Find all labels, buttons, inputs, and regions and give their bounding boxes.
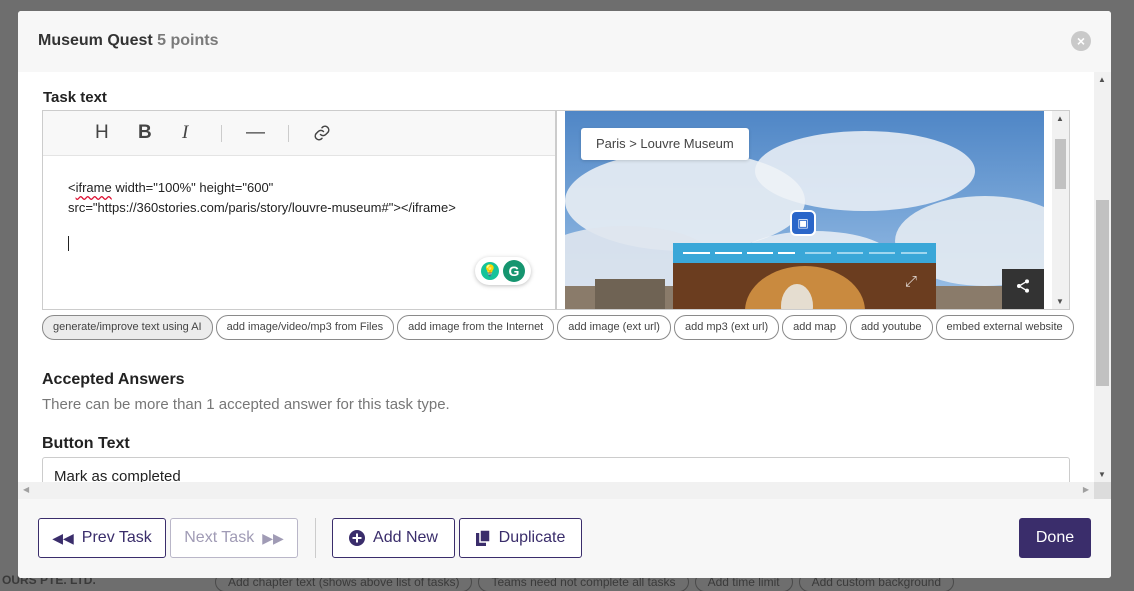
footer-divider: [315, 518, 316, 558]
editor-text: <: [68, 180, 76, 195]
ai-generate-button[interactable]: generate/improve text using AI: [42, 315, 213, 340]
share-glyph: [1017, 279, 1029, 293]
preview-scrollbar[interactable]: ▲ ▼: [1052, 111, 1069, 309]
add-youtube-button[interactable]: add youtube: [849, 315, 933, 340]
scroll-down-icon[interactable]: ▼: [1098, 470, 1106, 479]
bold-button[interactable]: B: [138, 122, 152, 144]
add-new-button[interactable]: Add New: [332, 518, 455, 558]
accepted-answers-title: Accepted Answers: [42, 371, 185, 388]
modal-body[interactable]: Task text H B I — <iframe width="100%" h…: [18, 72, 1111, 482]
accepted-answers-description: There can be more than 1 accepted answer…: [42, 396, 450, 413]
task-modal: Museum Quest 5 points × Task text H B I …: [18, 11, 1111, 578]
add-image-internet-button[interactable]: add image from the Internet: [397, 315, 555, 340]
share-icon[interactable]: [1002, 269, 1044, 309]
editor-toolbar: H B I —: [43, 111, 555, 156]
button-text-title: Button Text: [42, 435, 130, 452]
scroll-down-icon[interactable]: ▼: [1056, 297, 1064, 306]
spellcheck-word: iframe: [75, 180, 112, 195]
grammarly-icon[interactable]: G: [503, 260, 525, 282]
toolbar-divider: [288, 125, 289, 142]
lightbulb-icon[interactable]: 💡: [481, 262, 499, 280]
task-text-editor[interactable]: H B I — <iframe width="100%" height="600…: [42, 110, 556, 310]
link-icon: [314, 125, 330, 141]
heading-button[interactable]: H: [95, 122, 109, 144]
next-task-label: Next Task: [184, 529, 255, 546]
louvre-360-image[interactable]: Paris > Louvre Museum ▣ ⤢: [565, 111, 1044, 309]
duplicate-label: Duplicate: [498, 529, 566, 546]
editor-text: width="100%" height="600": [111, 180, 274, 195]
fast-forward-icon: ▶▶: [262, 529, 284, 546]
add-from-files-button[interactable]: add image/video/mp3 from Files: [215, 315, 395, 340]
quest-name: Museum Quest: [38, 32, 153, 49]
grammarly-widget[interactable]: 💡 G: [475, 257, 531, 285]
modal-title: Museum Quest 5 points: [38, 32, 218, 50]
add-new-label: Add New: [373, 529, 438, 546]
rewind-icon: ◀◀: [52, 529, 74, 546]
italic-button[interactable]: I: [182, 122, 188, 144]
copy-icon: [475, 530, 491, 546]
prev-task-button[interactable]: ◀◀ Prev Task: [38, 518, 166, 558]
duplicate-button[interactable]: Duplicate: [459, 518, 582, 558]
add-mp3-url-button[interactable]: add mp3 (ext url): [673, 315, 780, 340]
modal-horizontal-scrollbar[interactable]: ◀ ▶: [18, 482, 1094, 499]
close-icon[interactable]: ×: [1071, 31, 1091, 51]
text-caret: [68, 236, 69, 251]
horizontal-rule-button[interactable]: —: [246, 122, 265, 144]
editor-line: <iframe width="100%" height="600": [68, 178, 530, 198]
editor-line: src="https://360stories.com/paris/story/…: [68, 200, 456, 215]
button-text-input[interactable]: Mark as completed: [42, 457, 1070, 482]
modal-vertical-scrollbar[interactable]: ▲ ▼: [1094, 72, 1111, 482]
scroll-thumb[interactable]: [1096, 200, 1109, 386]
scroll-up-icon[interactable]: ▲: [1098, 75, 1106, 84]
add-image-url-button[interactable]: add image (ext url): [557, 315, 671, 340]
next-task-button[interactable]: Next Task ▶▶: [170, 518, 298, 558]
scroll-right-icon[interactable]: ▶: [1083, 485, 1089, 494]
link-button[interactable]: [313, 124, 331, 148]
plus-circle-icon: [349, 530, 366, 546]
done-button[interactable]: Done: [1019, 518, 1091, 558]
location-breadcrumb[interactable]: Paris > Louvre Museum: [581, 128, 749, 160]
add-map-button[interactable]: add map: [782, 315, 847, 340]
task-text-label: Task text: [43, 89, 107, 106]
scroll-thumb[interactable]: [1055, 139, 1066, 189]
scroll-corner: [1094, 482, 1111, 499]
prev-task-label: Prev Task: [81, 529, 152, 546]
toolbar-divider: [221, 125, 222, 142]
scroll-left-icon[interactable]: ◀: [23, 485, 29, 494]
story-book-icon[interactable]: ▣: [790, 210, 816, 236]
scroll-up-icon[interactable]: ▲: [1056, 114, 1064, 123]
expand-icon[interactable]: ⤢: [905, 273, 917, 290]
media-actions: generate/improve text using AI add image…: [42, 315, 1074, 340]
modal-header: Museum Quest 5 points ×: [18, 11, 1111, 72]
quest-points: 5 points: [157, 32, 219, 49]
embed-website-button[interactable]: embed external website: [935, 315, 1074, 340]
modal-footer: ◀◀ Prev Task Next Task ▶▶ Add New Duplic…: [18, 499, 1111, 578]
task-preview[interactable]: Paris > Louvre Museum ▣ ⤢ ▲ ▼: [556, 110, 1070, 310]
